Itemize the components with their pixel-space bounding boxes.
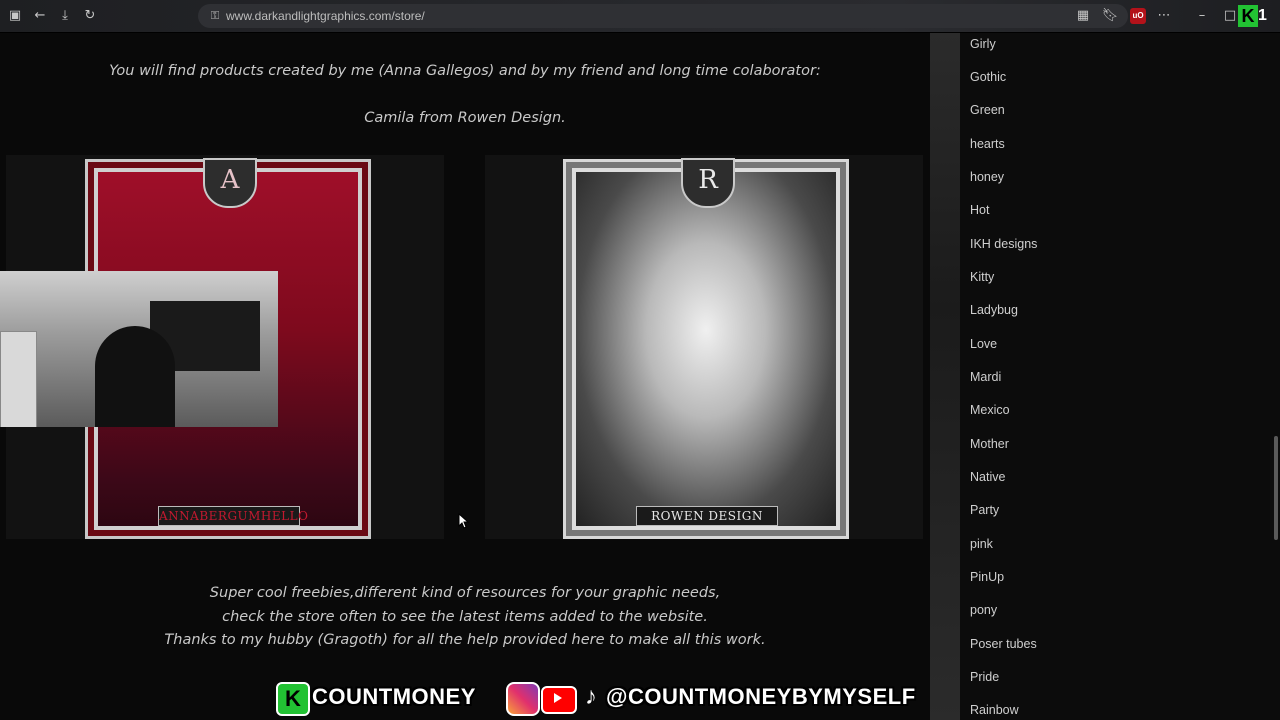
mouse-cursor-icon [458,513,470,529]
tag-link[interactable]: honey [970,169,1004,185]
restore-icon[interactable]: □ [1220,6,1240,26]
tag-link[interactable]: Rainbow [970,702,1019,718]
tag-link[interactable]: Girly [970,36,996,52]
tag-link[interactable]: Green [970,102,1005,118]
tag-link[interactable]: Party [970,502,999,518]
page-divider [930,33,960,720]
tag-link[interactable]: Gothic [970,69,1006,85]
anna-nameplate: ANNABERGUMHELLO [158,506,308,526]
url-text[interactable]: www.darkandlightgraphics.com/store/ [226,4,425,28]
webcam-streamer [95,326,175,427]
tag-link[interactable]: Mexico [970,402,1010,418]
tag-link[interactable]: Pride [970,669,999,685]
tag-link[interactable]: Native [970,469,1005,485]
tag-link[interactable]: Ladybug [970,302,1018,318]
crest-a: A [203,158,257,208]
browser-toolbar: ▣ ← ⤓ ↻ ⚿ www.darkandlightgraphics.com/s… [0,0,1280,33]
intro-text-2: Camila from Rowen Design. [364,110,566,126]
bookmark-icon[interactable]: 🔖︎ [1100,6,1120,26]
tag-link[interactable]: Mardi [970,369,1001,385]
store-main-content: You will find products created by me (An… [0,33,930,720]
tag-link[interactable]: pink [970,536,993,552]
youtube-icon [541,686,577,714]
tag-sidebar: Girly Gothic Green hearts honey Hot IKH … [960,33,1280,720]
crest-r: R [681,158,735,208]
rowen-frame-image[interactable]: R ROWEN DESIGN [563,158,849,539]
tag-link[interactable]: Mother [970,436,1009,452]
outro-line-3: Thanks to my hubby (Gragoth) for all the… [164,632,766,648]
download-icon[interactable]: ⤓ [55,6,75,26]
tag-link[interactable]: IKH designs [970,236,1037,252]
back-icon[interactable]: ← [30,6,50,26]
rowen-nameplate: ROWEN DESIGN [636,506,778,526]
refresh-icon[interactable]: ↻ [80,6,100,26]
instagram-icon [506,682,540,716]
tag-link[interactable]: Poser tubes [970,636,1037,652]
scrollbar[interactable] [1274,436,1278,540]
lock-icon[interactable]: ⚿ [206,7,224,25]
sidebar-icon[interactable]: ▣ [5,6,25,26]
streamer-overlay: K COUNTMONEY ♪ @COUNTMONEYBYMYSELF [276,680,940,716]
webcam-pc [0,331,37,427]
intro-text: You will find products created by me (An… [109,63,821,79]
streamer-handle: @COUNTMONEYBYMYSELF [606,684,916,709]
extension-k-icon[interactable]: K [1238,5,1258,27]
tiktok-icon: ♪ [585,683,597,710]
tag-link[interactable]: Love [970,336,997,352]
outro-line-1: Super cool freebies,different kind of re… [209,585,721,601]
tag-link[interactable]: Kitty [970,269,994,285]
address-bar[interactable]: ⚿ www.darkandlightgraphics.com/store/ [198,4,1128,28]
extension-badge-count: 1 [1258,7,1267,24]
webcam-overlay [0,271,278,427]
streamer-name: COUNTMONEY [312,684,476,709]
more-icon[interactable]: ⋯ [1154,6,1174,26]
reader-icon[interactable]: ▦ [1073,6,1093,26]
tag-link[interactable]: Hot [970,202,989,218]
tag-link[interactable]: PinUp [970,569,1004,585]
kick-logo-icon: K [276,682,310,716]
tag-link[interactable]: hearts [970,136,1005,152]
tag-link[interactable]: pony [970,602,997,618]
ublock-icon[interactable]: uO [1130,8,1146,24]
minimize-icon[interactable]: – [1192,6,1212,26]
outro-line-2: check the store often to see the latest … [222,609,708,625]
